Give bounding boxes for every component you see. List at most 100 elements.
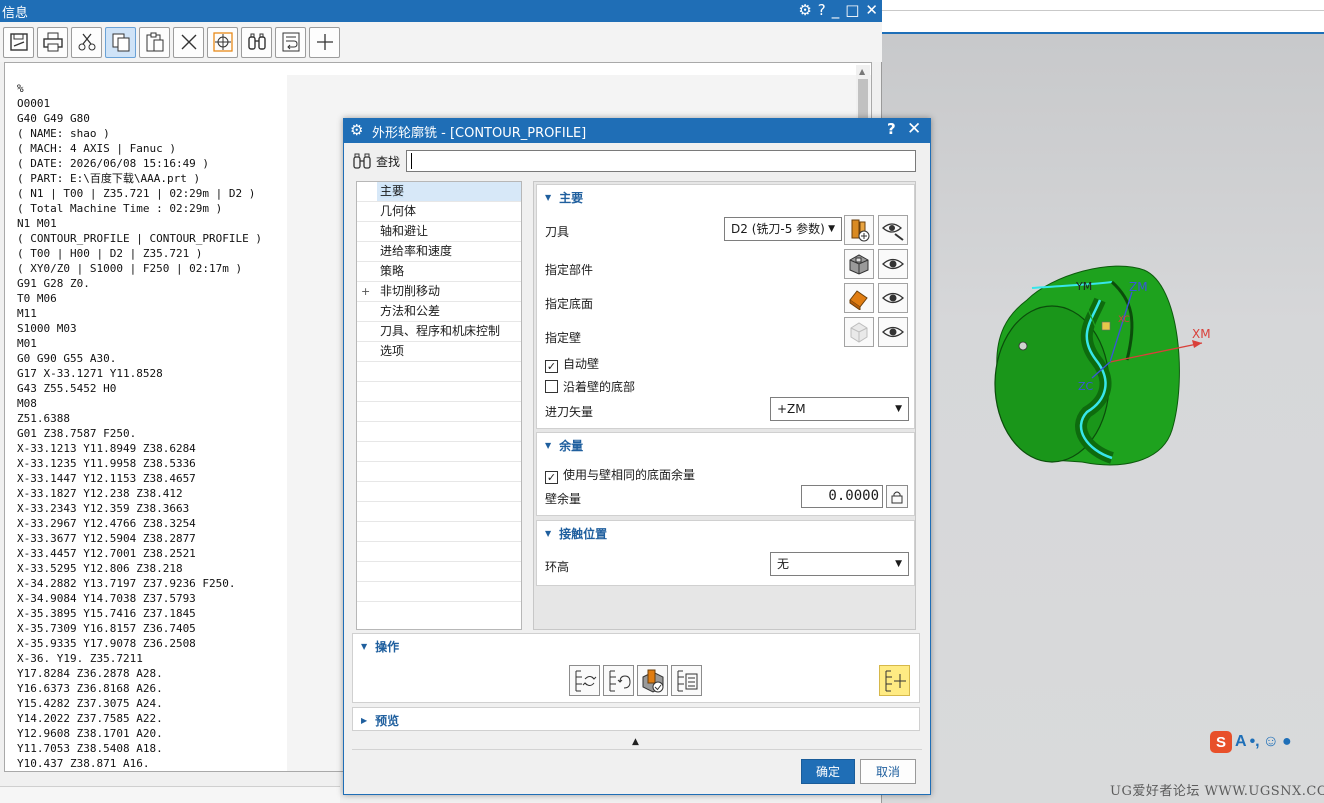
nc-line: ( Total Machine Time : 02:29m )	[17, 202, 223, 215]
settings-icon[interactable]: ⚙	[798, 0, 811, 20]
display-floor-button[interactable]	[878, 283, 908, 313]
nc-line: M08	[17, 397, 37, 410]
nc-line: X-33.5295 Y12.806 Z38.218	[17, 562, 183, 575]
print-icon[interactable]	[37, 26, 68, 58]
group-main-header[interactable]: ▼ 主要	[537, 185, 914, 209]
search-input[interactable]	[406, 150, 917, 172]
verify-button[interactable]	[637, 665, 668, 696]
nav-item-axis[interactable]: 轴和避让	[357, 222, 521, 242]
along-wall-checkbox[interactable]: 沿着壁的底部	[545, 378, 635, 395]
part-model[interactable]: XM ZM YM ZC XC	[882, 0, 1324, 803]
maximize-icon[interactable]: □	[845, 0, 859, 20]
toolpath-edit-button[interactable]	[879, 665, 910, 696]
help-button[interactable]: ?	[887, 120, 896, 138]
save-icon[interactable]	[3, 26, 34, 58]
delete-icon[interactable]	[173, 26, 204, 58]
nc-line: X-34.2882 Y13.7197 Z37.9236 F250.	[17, 577, 236, 590]
nav-item-feeds[interactable]: 进给率和速度	[357, 242, 521, 262]
auto-wall-checkbox[interactable]: ✓ 自动壁	[545, 355, 599, 373]
ok-button[interactable]: 确定	[801, 759, 855, 784]
ime-emoji-icon[interactable]: ☺	[1263, 733, 1279, 751]
nav-item-noncutting[interactable]: + 非切削移动	[357, 282, 521, 302]
nc-line: X-35.7309 Y16.8157 Z36.7405	[17, 622, 196, 635]
nc-line: Y11.7053 Z38.5408 A18.	[17, 742, 163, 755]
nav-item-geometry[interactable]: 几何体	[357, 202, 521, 222]
display-tool-button[interactable]	[878, 215, 908, 245]
nav-item-options[interactable]: 选项	[357, 342, 521, 362]
expand-icon[interactable]: +	[361, 282, 370, 301]
ime-mic-icon[interactable]: ●	[1282, 733, 1292, 751]
new-tool-button[interactable]	[844, 215, 874, 245]
nc-line: O0001	[17, 97, 51, 110]
tool-select[interactable]: D2 (铣刀-5 参数) ▼	[724, 217, 842, 241]
ime-language[interactable]: A	[1235, 733, 1247, 751]
nc-output[interactable]: % O0001 G40 G49 G80 ( NAME: shao ) ( MACH: 4…	[9, 75, 287, 771]
wall-stock-input[interactable]: 0.0000	[801, 485, 883, 508]
find-icon[interactable]	[241, 26, 272, 58]
scroll-up-icon[interactable]: ▲	[859, 67, 865, 76]
checkbox-unchecked[interactable]	[545, 380, 558, 393]
checkbox-checked[interactable]: ✓	[545, 471, 558, 484]
replay-button[interactable]	[603, 665, 634, 696]
display-part-button[interactable]	[878, 249, 908, 279]
operation-header[interactable]: ▼ 操作	[353, 634, 919, 658]
specify-part-button[interactable]	[844, 249, 874, 279]
nav-item-method[interactable]: 方法和公差	[357, 302, 521, 322]
nav-item-strategy[interactable]: 策略	[357, 262, 521, 282]
nc-code-list: % O0001 G40 G49 G80 ( NAME: shao ) ( MACH: 4…	[9, 75, 287, 771]
specify-wall-button[interactable]	[844, 317, 874, 347]
collapse-arrow-icon[interactable]: ▲	[632, 737, 639, 747]
close-icon[interactable]: ✕	[865, 0, 878, 20]
tool-axis-select[interactable]: +ZM ▼	[770, 397, 909, 421]
close-button[interactable]: ✕	[907, 119, 921, 139]
add-icon[interactable]	[309, 26, 340, 58]
wall-stock-label: 壁余量	[545, 492, 582, 506]
tool-label: 刀具	[545, 225, 570, 239]
status-bar	[0, 786, 340, 803]
nav-item-main[interactable]: 主要	[357, 182, 521, 202]
generate-button[interactable]	[569, 665, 600, 696]
nc-line: %	[17, 82, 24, 95]
target-icon[interactable]	[207, 26, 238, 58]
nc-line: ( MACH: 4 AXIS | Fanuc )	[17, 142, 176, 155]
main-settings-area: ▼ 主要 刀具 D2 (铣刀-5 参数) ▼ 指定部件 指定底面 指定壁 ✓ 自…	[533, 181, 916, 630]
dialog-titlebar[interactable]: ⚙ 外形轮廓铣 - [CONTOUR_PROFILE] ? ✕	[344, 119, 930, 143]
ring-select[interactable]: 无 ▼	[770, 552, 909, 576]
nc-line: X-33.1213 Y11.8949 Z38.6284	[17, 442, 196, 455]
info-window-title: 信息	[2, 6, 29, 21]
nc-line: Y10.437 Z38.871 A16.	[17, 757, 150, 770]
watermark: UG爱好者论坛 WWW.UGSNX.COM	[1110, 784, 1324, 799]
group-contact-header[interactable]: ▼ 接触位置	[537, 521, 914, 545]
group-stock-header[interactable]: ▼ 余量	[537, 433, 914, 457]
preview-header[interactable]: ▶ 预览	[353, 708, 919, 732]
checkbox-checked[interactable]: ✓	[545, 360, 558, 373]
same-floor-checkbox[interactable]: ✓ 使用与壁相同的底面余量	[545, 466, 695, 484]
nav-item-tool-control[interactable]: 刀具、程序和机床控制	[357, 322, 521, 342]
nc-line: ( NAME: shao )	[17, 127, 110, 140]
minimize-icon[interactable]: _	[832, 0, 840, 20]
copy-icon[interactable]	[105, 26, 136, 58]
nc-line: Y16.6373 Z36.8168 A26.	[17, 682, 163, 695]
ime-punct-icon[interactable]: •,	[1250, 733, 1260, 751]
ime-logo[interactable]: S	[1210, 731, 1232, 753]
nc-line: S1000 M03	[17, 322, 77, 335]
nc-line: Y15.4282 Z37.3075 A24.	[17, 697, 163, 710]
help-icon[interactable]: ?	[818, 0, 826, 20]
nc-line: G91 G28 Z0.	[17, 277, 90, 290]
ime-toolbar[interactable]: S A •, ☺ ●	[1210, 730, 1292, 754]
list-button[interactable]	[671, 665, 702, 696]
nc-line: ( T00 | H00 | D2 | Z35.721 )	[17, 247, 203, 260]
gear-icon[interactable]: ⚙	[350, 121, 363, 139]
scrollbar-thumb[interactable]	[858, 79, 868, 119]
paste-icon[interactable]	[139, 26, 170, 58]
lock-icon[interactable]	[886, 485, 908, 508]
display-wall-button[interactable]	[878, 317, 908, 347]
cut-icon[interactable]	[71, 26, 102, 58]
wrap-icon[interactable]	[275, 26, 306, 58]
cancel-button[interactable]: 取消	[860, 759, 916, 784]
graphics-viewport[interactable]: XM ZM YM ZC XC S A •, ☺ ● UG爱好者论坛 WWW.UG…	[882, 0, 1324, 803]
chevron-down-icon: ▼	[895, 404, 902, 414]
nc-line: M01	[17, 337, 37, 350]
nav-tree: 主要 几何体 轴和避让 进给率和速度 策略 + 非切削移动 方法和公差 刀具、程序…	[356, 181, 522, 630]
specify-floor-button[interactable]	[844, 283, 874, 313]
